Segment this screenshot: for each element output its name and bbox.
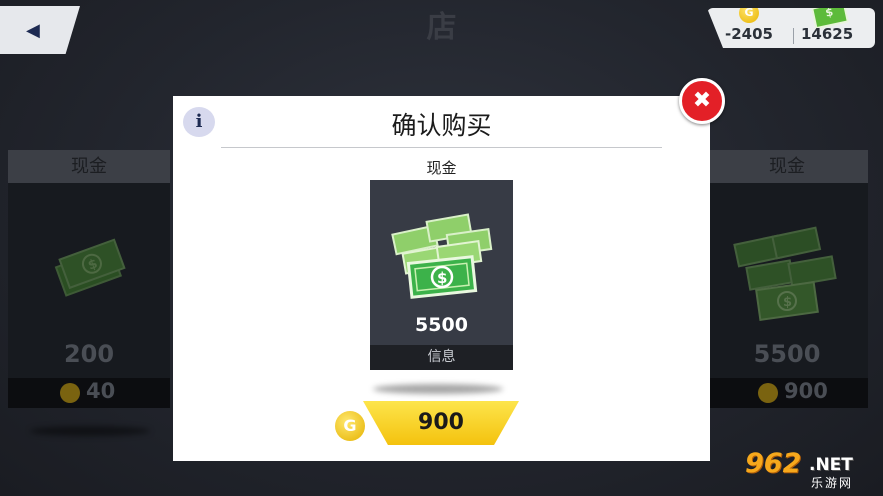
coin-icon [758,383,778,403]
svg-text:$: $ [437,269,447,287]
cash-pile-icon: $ [391,213,493,299]
store-card-amount: 5500 [753,340,821,368]
store-card-price-bar: 40 [8,378,170,408]
dialog-divider [221,147,662,148]
gold-amount: -2405 [725,25,773,43]
buy-button[interactable]: 900 [363,401,519,445]
watermark-suffix: .NET [809,455,853,475]
card-shadow [373,384,503,394]
item-label: 现金 [426,159,457,177]
watermark-logo: 962 .NET 乐游网 [739,448,875,490]
store-card-amount: 200 [63,340,115,368]
currency-divider [793,28,794,44]
store-card-title: 现金 [706,150,868,183]
cash-pile-icon: $ [733,226,837,322]
store-card-price-bar: 900 [706,378,868,408]
close-button[interactable]: ✖ [679,78,725,124]
store-card-left[interactable]: 现金 $ 200 40 [8,150,170,408]
coin-icon [60,383,80,403]
product-info-button[interactable]: 信息 [370,345,513,370]
product-amount: 5500 [415,314,468,336]
store-card-title: 现金 [8,150,170,183]
cash-amount: 14625 [801,25,854,43]
dialog-title: 确认购买 [391,111,492,140]
store-card-right[interactable]: 现金 $ 5500 900 [706,150,868,408]
currency-bar: G -2405 14625 [707,8,875,48]
card-shadow [30,426,150,436]
store-card-price: 40 [86,379,116,403]
store-card-price: 900 [784,379,828,403]
cash-stack-icon: $ [54,238,126,297]
watermark-number: 962 [745,448,802,479]
svg-text:$: $ [783,295,792,310]
confirm-purchase-dialog: i 确认购买 现金 $ 5500 信息 G 900 [173,96,710,461]
gold-coin-icon: G [335,411,365,441]
watermark-chinese: 乐游网 [811,476,854,490]
product-card: $ 5500 信息 [370,180,513,370]
